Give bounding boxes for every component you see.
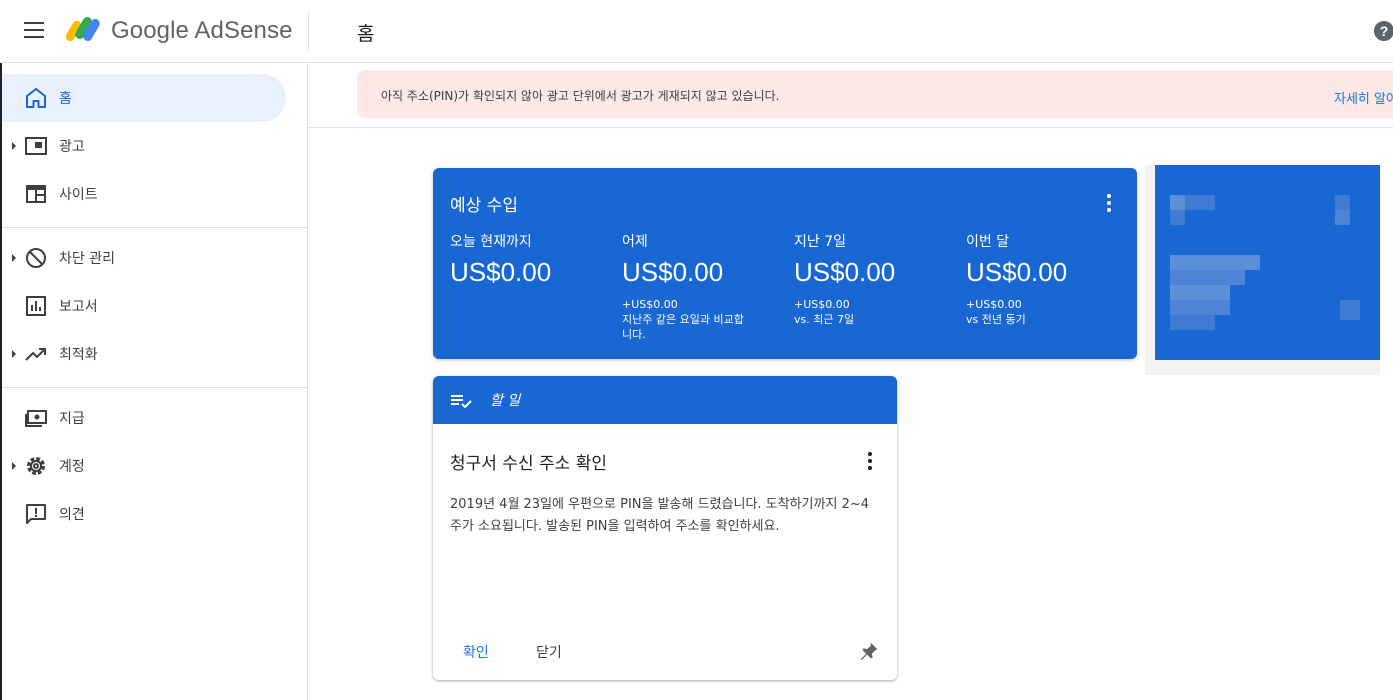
earnings-value: US$0.00 <box>794 257 896 287</box>
sidebar-item-label: 최적화 <box>59 347 98 363</box>
checklist-icon <box>451 395 472 409</box>
earnings-value: US$0.00 <box>966 257 1068 287</box>
learn-more-link[interactable]: 자세히 알아보기 <box>1334 88 1393 107</box>
earnings-comparison: +US$0.00 지난주 같은 요일과 비교합 니다. <box>622 298 744 341</box>
block-icon <box>26 248 46 268</box>
sidebar-item-label: 의견 <box>59 507 85 523</box>
sidebar-item-reports[interactable]: 보고서 <box>2 282 286 330</box>
sidebar-item-label: 지급 <box>59 411 85 427</box>
blurred-content <box>1155 165 1380 360</box>
task-title: 청구서 수신 주소 확인 <box>450 454 607 474</box>
earnings-label: 지난 7일 <box>794 234 846 250</box>
confirm-button[interactable]: 확인 <box>463 642 489 662</box>
sidebar-item-feedback[interactable]: 의견 <box>2 490 286 538</box>
sidebar-item-label: 사이트 <box>59 187 98 203</box>
todo-card: 할 일 청구서 수신 주소 확인 2019년 4월 23일에 우편으로 PIN을… <box>433 376 897 680</box>
earnings-value: US$0.00 <box>622 257 724 287</box>
blurred-card <box>1145 165 1380 375</box>
earnings-last-7-days: 지난 7일 US$0.00 +US$0.00 vs. 최근 7일 <box>794 231 959 327</box>
pin-icon[interactable] <box>858 640 880 662</box>
home-icon <box>26 88 46 108</box>
sidebar-item-block-control[interactable]: 차단 관리 <box>2 234 286 282</box>
sidebar-item-account[interactable]: 계정 <box>2 442 286 490</box>
ads-icon <box>25 137 47 155</box>
sidebar-item-payments[interactable]: 지급 <box>2 394 286 442</box>
earnings-label: 오늘 현재까지 <box>450 234 532 250</box>
header-divider <box>308 12 309 50</box>
gear-icon <box>27 457 45 475</box>
sites-icon <box>26 185 46 203</box>
feedback-icon <box>26 504 46 524</box>
estimated-earnings-card: 예상 수입 오늘 현재까지 US$0.00 어제 US$0.00 +US$0.0… <box>433 168 1137 359</box>
dismiss-button[interactable]: 닫기 <box>536 642 562 662</box>
page-title: 홈 <box>357 23 375 45</box>
earnings-yesterday: 어제 US$0.00 +US$0.00 지난주 같은 요일과 비교합 니다. <box>622 231 787 342</box>
sidebar-item-label: 차단 관리 <box>59 251 115 267</box>
pin-warning-banner: 아직 주소(PIN)가 확인되지 않아 광고 단위에서 광고가 게재되지 않고 … <box>357 70 1393 118</box>
sidebar-item-sites[interactable]: 사이트 <box>2 170 286 218</box>
sidebar-divider <box>2 387 308 388</box>
more-vert-icon[interactable] <box>1099 194 1119 214</box>
sidebar-item-home[interactable]: 홈 <box>2 74 286 122</box>
more-vert-icon[interactable] <box>860 452 880 472</box>
expand-caret-icon <box>12 142 16 150</box>
expand-caret-icon <box>12 462 16 470</box>
todo-title: 할 일 <box>490 393 521 409</box>
earnings-value: US$0.00 <box>450 257 552 287</box>
top-bar: Google AdSense 홈 ? <box>0 0 1393 63</box>
sidebar-divider <box>2 227 308 228</box>
sidebar-item-optimization[interactable]: 최적화 <box>2 330 286 378</box>
earnings-this-month: 이번 달 US$0.00 +US$0.00 vs 전년 동기 <box>966 231 1131 327</box>
sidebar-item-label: 계정 <box>59 459 85 475</box>
menu-icon[interactable] <box>24 22 44 38</box>
earnings-label: 어제 <box>622 234 648 250</box>
trending-up-icon <box>25 348 46 361</box>
sidebar-item-label: 광고 <box>59 139 85 155</box>
adsense-logo <box>66 17 100 42</box>
alert-message: 아직 주소(PIN)가 확인되지 않아 광고 단위에서 광고가 게재되지 않고 … <box>381 89 780 103</box>
expand-caret-icon <box>12 350 16 358</box>
earnings-comparison: +US$0.00 vs. 최근 7일 <box>794 298 855 326</box>
help-icon[interactable]: ? <box>1374 21 1393 41</box>
earnings-today: 오늘 현재까지 US$0.00 <box>450 231 615 288</box>
sidebar-item-ads[interactable]: 광고 <box>2 122 286 170</box>
brand-name: Google AdSense <box>111 17 293 44</box>
sidebar-item-label: 보고서 <box>59 299 98 315</box>
reports-icon <box>26 296 46 316</box>
payments-icon <box>25 410 47 427</box>
expand-caret-icon <box>12 254 16 262</box>
earnings-label: 이번 달 <box>966 234 1010 250</box>
todo-header: 할 일 <box>433 376 897 424</box>
sidebar: 홈 광고 사이트 차단 관리 보고서 최적화 지급 계정 의견 <box>0 63 308 700</box>
card-title: 예상 수입 <box>450 196 518 216</box>
earnings-comparison: +US$0.00 vs 전년 동기 <box>966 298 1026 326</box>
task-description: 2019년 4월 23일에 우편으로 PIN을 발송해 드렸습니다. 도착하기까… <box>450 497 870 534</box>
sidebar-item-label: 홈 <box>59 91 72 107</box>
